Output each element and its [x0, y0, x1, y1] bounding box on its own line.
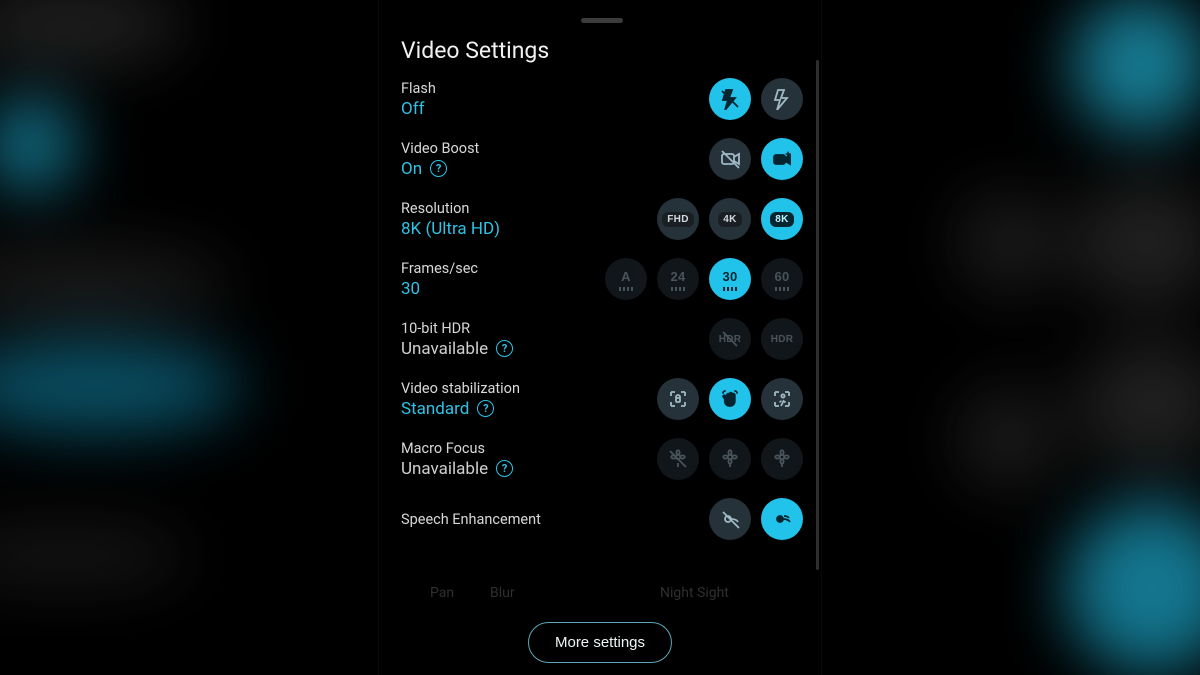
help-icon[interactable]: ? [430, 160, 447, 177]
option-boost-on[interactable] [761, 138, 803, 180]
help-icon[interactable]: ? [496, 460, 513, 477]
option-res-8k[interactable]: 8K [761, 198, 803, 240]
option-fps-auto[interactable]: A [605, 258, 647, 300]
video-off-icon [719, 148, 741, 170]
option-group: HDR HDR [709, 318, 803, 360]
option-macro-auto[interactable] [709, 438, 751, 480]
option-stab-locked[interactable] [657, 378, 699, 420]
option-speech-on[interactable] [761, 498, 803, 540]
badge-text: 8K [770, 212, 793, 227]
setting-value: Standard? [401, 399, 520, 419]
setting-label: Video Boost [401, 140, 479, 157]
lock-frame-icon [667, 388, 689, 410]
setting-row-video_boost: Video Boost On? [401, 138, 803, 180]
setting-label: Frames/sec [401, 260, 478, 277]
setting-value: Unavailable? [401, 339, 513, 359]
person-run-frame-icon [771, 388, 793, 410]
setting-label: Speech Enhancement [401, 511, 541, 528]
option-group [709, 78, 803, 120]
flash-off-icon [719, 88, 741, 110]
option-res-fhd[interactable]: FHD [657, 198, 699, 240]
fps-ticks-icon [775, 287, 789, 291]
setting-label: Flash [401, 80, 436, 97]
setting-label: Resolution [401, 200, 500, 217]
scrollbar[interactable] [816, 60, 819, 570]
voice-off-icon [719, 508, 741, 530]
option-boost-off[interactable] [709, 138, 751, 180]
help-icon[interactable]: ? [477, 400, 494, 417]
flower-icon [771, 448, 793, 470]
option-stab-standard[interactable] [709, 378, 751, 420]
setting-row-flash: Flash Off [401, 78, 803, 120]
drag-handle[interactable] [581, 18, 623, 23]
setting-label: Macro Focus [401, 440, 513, 457]
help-icon[interactable]: ? [496, 340, 513, 357]
fps-ticks-icon [619, 287, 633, 291]
option-macro-off[interactable] [657, 438, 699, 480]
setting-row-stabilization: Video stabilization Standard? [401, 378, 803, 420]
badge-text: FHD [662, 212, 693, 227]
badge-text: 4K [718, 212, 741, 227]
setting-row-speech: Speech Enhancement [401, 498, 803, 540]
fps-value: A [621, 269, 631, 284]
option-group [709, 498, 803, 540]
panel-title: Video Settings [401, 37, 803, 64]
option-group: FHD 4K 8K [657, 198, 803, 240]
setting-row-hdr: 10-bit HDR Unavailable? HDR HDR [401, 318, 803, 360]
fps-value: 30 [722, 269, 737, 284]
setting-value: 8K (Ultra HD) [401, 219, 500, 239]
option-flash-on[interactable] [761, 78, 803, 120]
setting-row-resolution: Resolution 8K (Ultra HD) FHD 4K 8K [401, 198, 803, 240]
option-group: A 24 30 60 [605, 258, 803, 300]
option-speech-off[interactable] [709, 498, 751, 540]
option-hdr-on[interactable]: HDR [761, 318, 803, 360]
option-fps-24[interactable]: 24 [657, 258, 699, 300]
more-settings-button[interactable]: More settings [528, 622, 672, 663]
option-group [657, 438, 803, 480]
setting-label: Video stabilization [401, 380, 520, 397]
settings-list: Flash Off Video Boost On? Resolution 8K (Ultr… [401, 78, 803, 633]
option-flash-off[interactable] [709, 78, 751, 120]
setting-value: On? [401, 159, 479, 179]
setting-value: Off [401, 99, 436, 119]
option-group [709, 138, 803, 180]
option-text: HDR [771, 334, 794, 345]
setting-value: 30 [401, 279, 478, 299]
option-macro-on[interactable] [761, 438, 803, 480]
fps-ticks-icon [723, 287, 737, 291]
fps-ticks-icon [671, 287, 685, 291]
fps-value: 24 [670, 269, 685, 284]
strike-icon [719, 328, 741, 350]
option-group [657, 378, 803, 420]
flower-icon [719, 448, 741, 470]
setting-label: 10-bit HDR [401, 320, 513, 337]
option-stab-active[interactable] [761, 378, 803, 420]
setting-row-macro: Macro Focus Unavailable? [401, 438, 803, 480]
option-fps-30[interactable]: 30 [709, 258, 751, 300]
video-sparkle-icon [771, 148, 793, 170]
option-hdr-off[interactable]: HDR [709, 318, 751, 360]
flower-off-icon [667, 448, 689, 470]
setting-value: Unavailable? [401, 459, 513, 479]
voice-on-icon [771, 508, 793, 530]
setting-row-fps: Frames/sec 30 A 24 30 60 [401, 258, 803, 300]
video-settings-panel: Video Settings Flash Off Video Boost On? Res… [378, 0, 822, 675]
option-fps-60[interactable]: 60 [761, 258, 803, 300]
flash-on-icon [771, 88, 793, 110]
hand-wave-icon [719, 388, 741, 410]
option-res-4k[interactable]: 4K [709, 198, 751, 240]
fps-value: 60 [774, 269, 789, 284]
